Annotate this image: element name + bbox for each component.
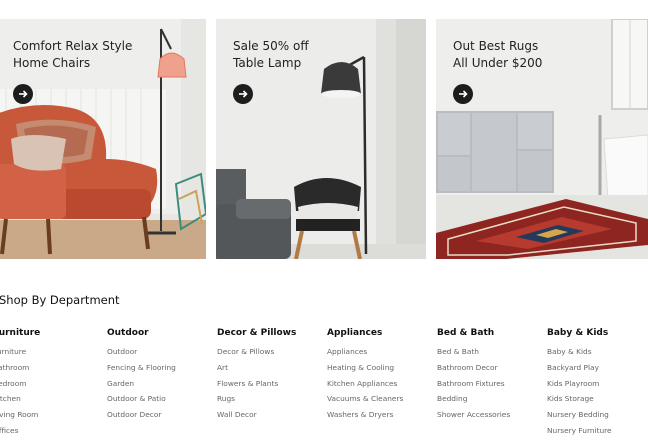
department-column-furniture: Furniture Furniture Bathroom Bedroom Kit… [0,327,101,442]
banner-shop-button[interactable] [453,84,473,104]
banner-shop-button[interactable] [13,84,33,104]
banner-rugs[interactable]: Out Best Rugs All Under $200 [436,19,648,259]
section-title: Shop By Department [0,293,120,307]
department-link[interactable]: Furniture [0,347,101,363]
department-link[interactable]: Flowers & Plants [217,379,325,395]
column-heading[interactable]: Outdoor [107,327,215,347]
department-column-baby-kids: Baby & Kids Baby & Kids Backyard Play Ki… [547,327,648,442]
department-link[interactable]: Living Room [0,410,101,426]
department-link[interactable]: Decor & Pillows [217,347,325,363]
department-link[interactable]: Heating & Cooling [327,363,435,379]
department-link[interactable]: Outdoor Decor [107,410,215,426]
column-heading[interactable]: Bed & Bath [437,327,545,347]
department-link[interactable]: Nursery Furniture [547,426,648,442]
banner-title: Sale 50% off Table Lamp [233,39,309,70]
department-link[interactable]: Nursery Bedding [547,410,648,426]
banner-home-chairs[interactable]: Comfort Relax Style Home Chairs [0,19,206,259]
department-link[interactable]: Kids Storage [547,394,648,410]
department-link[interactable]: Vacuums & Cleaners [327,394,435,410]
banner-shop-button[interactable] [233,84,253,104]
department-link[interactable]: Washers & Dryers [327,410,435,426]
department-link[interactable]: Outdoor & Patio [107,394,215,410]
arrow-right-icon [459,90,468,98]
column-heading[interactable]: Baby & Kids [547,327,648,347]
department-link[interactable]: Bathroom Decor [437,363,545,379]
banner-title: Out Best Rugs All Under $200 [453,39,543,70]
department-link[interactable]: Backyard Play [547,363,648,379]
department-link[interactable]: Kitchen [0,394,101,410]
arrow-right-icon [239,90,248,98]
department-link[interactable]: Appliances [327,347,435,363]
banner-table-lamp[interactable]: Sale 50% off Table Lamp [216,19,426,259]
column-heading[interactable]: Appliances [327,327,435,347]
department-link[interactable]: Rugs [217,394,325,410]
arrow-right-icon [19,90,28,98]
department-link[interactable]: Wall Decor [217,410,325,426]
department-link[interactable]: Kids Playroom [547,379,648,395]
column-heading[interactable]: Furniture [0,327,101,347]
department-link[interactable]: Bed & Bath [437,347,545,363]
department-column-appliances: Appliances Appliances Heating & Cooling … [327,327,435,426]
department-link[interactable]: Fencing & Flooring [107,363,215,379]
department-link[interactable]: Kitchen Appliances [327,379,435,395]
department-link[interactable]: Outdoor [107,347,215,363]
department-link[interactable]: Offices [0,426,101,442]
department-link[interactable]: Bedding [437,394,545,410]
department-link[interactable]: Bathroom [0,363,101,379]
banner-title: Comfort Relax Style Home Chairs [13,39,133,70]
department-link[interactable]: Garden [107,379,215,395]
department-column-bed-bath: Bed & Bath Bed & Bath Bathroom Decor Bat… [437,327,545,426]
department-link[interactable]: Bathroom Fixtures [437,379,545,395]
department-link[interactable]: Shower Accessories [437,410,545,426]
department-link[interactable]: Bedroom [0,379,101,395]
department-link[interactable]: Baby & Kids [547,347,648,363]
department-column-decor: Decor & Pillows Decor & Pillows Art Flow… [217,327,325,426]
department-column-outdoor: Outdoor Outdoor Fencing & Flooring Garde… [107,327,215,426]
column-heading[interactable]: Decor & Pillows [217,327,325,347]
department-link[interactable]: Art [217,363,325,379]
